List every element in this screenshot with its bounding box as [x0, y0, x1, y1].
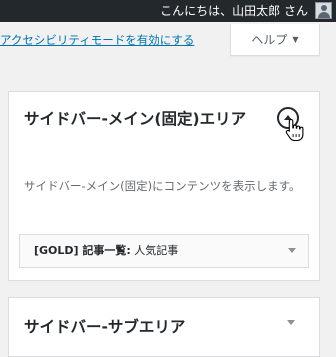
- sidebar-main-widget-area: サイドバー-メイン(固定)エリア サイドバー-メイン(固定)にコンテンツを表示し…: [8, 91, 320, 281]
- avatar-head: [321, 5, 327, 11]
- help-tab-label: ヘルプ: [251, 33, 288, 47]
- sidebar-sub-toggle-arrow-icon[interactable]: [287, 320, 295, 325]
- widget-name: [GOLD] 記事一覧:: [34, 244, 131, 257]
- sidebar-main-description: サイドバー-メイン(固定)にコンテンツを表示します。: [24, 179, 301, 193]
- widget-subtitle: 人気記事: [130, 244, 179, 257]
- widget-gold-article-list[interactable]: [GOLD] 記事一覧: 人気記事: [19, 234, 309, 268]
- sidebar-main-title[interactable]: サイドバー-メイン(固定)エリア: [24, 106, 264, 132]
- user-avatar-icon[interactable]: [315, 2, 332, 19]
- admin-bar: こんにちは、山田太郎 さん: [0, 0, 336, 22]
- widget-expand-arrow-icon[interactable]: [288, 248, 296, 253]
- hand-pointer-cursor-icon: [285, 118, 304, 142]
- user-greeting[interactable]: こんにちは、山田太郎 さん: [160, 3, 308, 19]
- sidebar-sub-widget-area: サイドバー-サブエリア: [8, 297, 320, 357]
- widget-label: [GOLD] 記事一覧: 人気記事: [34, 244, 178, 258]
- accessibility-mode-link[interactable]: アクセシビリティモードを有効にする: [0, 33, 194, 47]
- avatar-body: [318, 12, 330, 18]
- help-tab-button[interactable]: ヘルプ ▼: [230, 24, 320, 56]
- chevron-down-icon: ▼: [292, 35, 299, 44]
- sidebar-sub-title[interactable]: サイドバー-サブエリア: [24, 314, 264, 340]
